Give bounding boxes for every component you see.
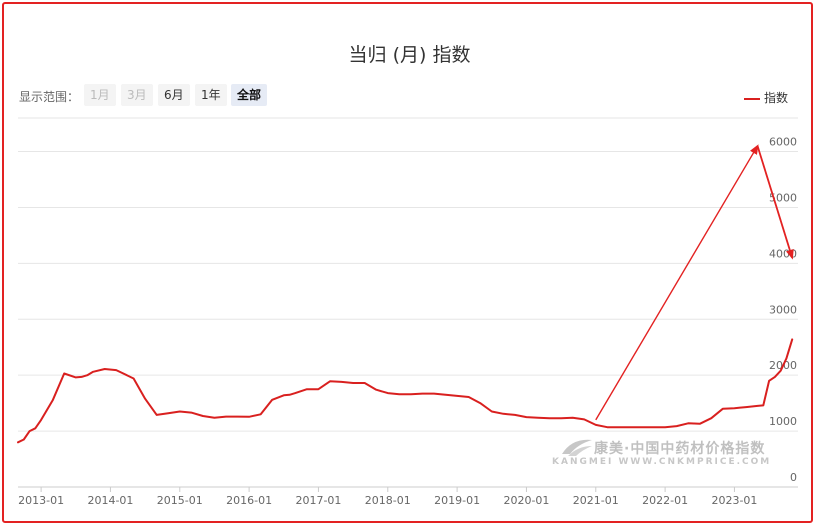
watermark-cn: 康美·中国中药材价格指数: [594, 441, 766, 457]
x-tick-label: 2021-01: [573, 494, 619, 507]
y-tick-label: 6000: [769, 136, 797, 149]
annotation-layer: [595, 144, 794, 421]
x-tick-label: 2020-01: [503, 494, 549, 507]
y-axis: 0100020003000400050006000: [769, 136, 797, 484]
y-tick-label: 3000: [769, 303, 797, 316]
annotation-arrow-0: [595, 144, 759, 421]
x-tick-label: 2013-01: [18, 494, 64, 507]
x-tick-label: 2015-01: [157, 494, 203, 507]
x-tick-label: 2022-01: [642, 494, 688, 507]
x-tick-label: 2019-01: [434, 494, 480, 507]
y-tick-label: 1000: [769, 415, 797, 428]
x-tick-label: 2018-01: [365, 494, 411, 507]
watermark: 康美·中国中药材价格指数 KANGMEI WWW.CNKMPRICE.COM: [552, 438, 792, 470]
watermark-en: KANGMEI WWW.CNKMPRICE.COM: [552, 457, 772, 467]
y-tick-label: 0: [790, 471, 797, 484]
x-tick-label: 2014-01: [87, 494, 133, 507]
series-layer: [17, 338, 794, 444]
x-tick-label: 2016-01: [226, 494, 272, 507]
x-axis: 2013-01 2014-01 2015-01 2016-01 2017-01 2018-…: [18, 486, 798, 507]
x-tick-label: 2017-01: [295, 494, 341, 507]
y-tick-label: 4000: [769, 247, 797, 260]
x-tick-label: 2023-01: [711, 494, 757, 507]
kangmei-logo-icon: [562, 439, 592, 456]
